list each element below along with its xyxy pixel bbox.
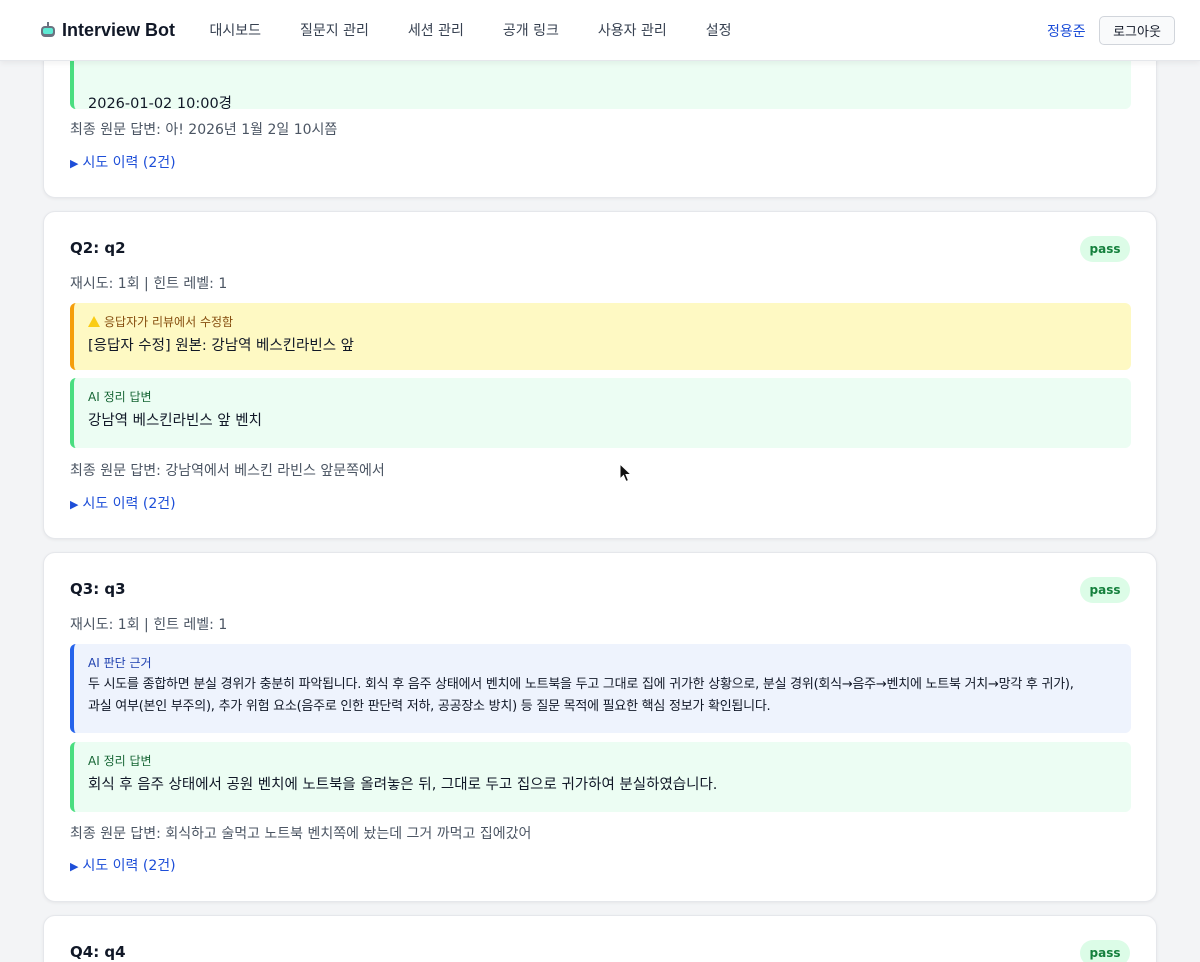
retry-meta: 재시도: 1회 | 힌트 레벨: 1 [70, 276, 228, 292]
warning-icon [88, 316, 100, 327]
mouse-cursor-icon [619, 463, 633, 483]
edit-label: 응답자가 리뷰에서 수정함 [104, 315, 234, 329]
question-card-q2: Q2: q2 pass 재시도: 1회 | 힌트 레벨: 1 응답자가 리뷰에서… [43, 211, 1157, 539]
main-nav: 대시보드 질문지 관리 세션 관리 공개 링크 사용자 관리 설정 [190, 0, 751, 60]
attempt-history-toggle[interactable]: ▶ 시도 이력 (2건) [70, 493, 176, 513]
brand-name: Interview Bot [62, 19, 176, 40]
attempt-history-toggle[interactable]: ▶ 시도 이력 (2건) [70, 855, 176, 875]
retry-meta: 재시도: 1회 | 힌트 레벨: 1 [70, 617, 228, 633]
question-title: Q2: q2 [70, 239, 126, 257]
ai-answer-label: AI 정리 답변 [88, 390, 152, 404]
respondent-edit-box: 응답자가 리뷰에서 수정함 [응답자 수정] 원본: 강남역 베스킨라빈스 앞 [70, 303, 1131, 370]
brand-logo[interactable]: Interview Bot [40, 18, 175, 42]
nav-dashboard[interactable]: 대시보드 [190, 20, 281, 40]
nav-sessions[interactable]: 세션 관리 [388, 20, 483, 40]
ai-answer-text: 2026-01-02 10:00경 [88, 96, 233, 112]
triangle-right-icon: ▶ [70, 157, 79, 170]
raw-answer: 최종 원문 답변: 회식하고 술먹고 노트북 벤치쪽에 놨는데 그거 까먹고 집… [70, 826, 532, 842]
ai-reasoning-line-2: 과실 여부(본인 부주의), 추가 위험 요소(음주로 인한 판단력 저하, 공… [88, 699, 771, 714]
triangle-right-icon: ▶ [70, 498, 79, 511]
ai-reasoning-line-1: 두 시도를 종합하면 분실 경위가 충분히 파악됩니다. 회식 후 음주 상태에… [88, 677, 1074, 692]
ai-answer-label: AI 정리 답변 [88, 754, 152, 768]
top-navbar: Interview Bot 대시보드 질문지 관리 세션 관리 공개 링크 사용… [0, 0, 1200, 61]
ai-answer-text: 강남역 베스킨라빈스 앞 벤치 [88, 413, 262, 429]
edit-text: [응답자 수정] 원본: 강남역 베스킨라빈스 앞 [88, 338, 355, 354]
nav-questionnaires[interactable]: 질문지 관리 [281, 20, 389, 40]
nav-settings[interactable]: 설정 [686, 20, 751, 40]
status-badge: pass [1080, 236, 1130, 262]
question-card-q4: Q4: q4 pass [43, 915, 1157, 962]
question-title: Q3: q3 [70, 580, 126, 598]
status-badge: pass [1080, 940, 1130, 962]
ai-answer-text: 회식 후 음주 상태에서 공원 벤치에 노트북을 올려놓은 뒤, 그대로 두고 … [88, 777, 718, 793]
nav-users[interactable]: 사용자 관리 [578, 20, 686, 40]
robot-icon [40, 22, 56, 38]
raw-answer: 최종 원문 답변: 아! 2026년 1월 2일 10시쯤 [70, 122, 338, 138]
logout-button[interactable]: 로그아웃 [1099, 16, 1175, 45]
attempt-history-toggle[interactable]: ▶ 시도 이력 (2건) [70, 152, 176, 172]
ai-answer-box: AI 정리 답변 회식 후 음주 상태에서 공원 벤치에 노트북을 올려놓은 뒤… [70, 742, 1131, 812]
raw-answer: 최종 원문 답변: 강남역에서 베스킨 라빈스 앞문쪽에서 [70, 463, 385, 479]
nav-public-links[interactable]: 공개 링크 [483, 20, 578, 40]
user-profile-link[interactable]: 정용준 [1047, 21, 1086, 41]
question-card-q3: Q3: q3 pass 재시도: 1회 | 힌트 레벨: 1 AI 판단 근거 … [43, 552, 1157, 902]
ai-answer-box: AI 정리 답변 강남역 베스킨라빈스 앞 벤치 [70, 378, 1131, 448]
question-title: Q4: q4 [70, 943, 126, 961]
ai-reasoning-label: AI 판단 근거 [88, 656, 152, 670]
triangle-right-icon: ▶ [70, 860, 79, 873]
status-badge: pass [1080, 577, 1130, 603]
ai-reasoning-box: AI 판단 근거 두 시도를 종합하면 분실 경위가 충분히 파악됩니다. 회식… [70, 644, 1131, 733]
